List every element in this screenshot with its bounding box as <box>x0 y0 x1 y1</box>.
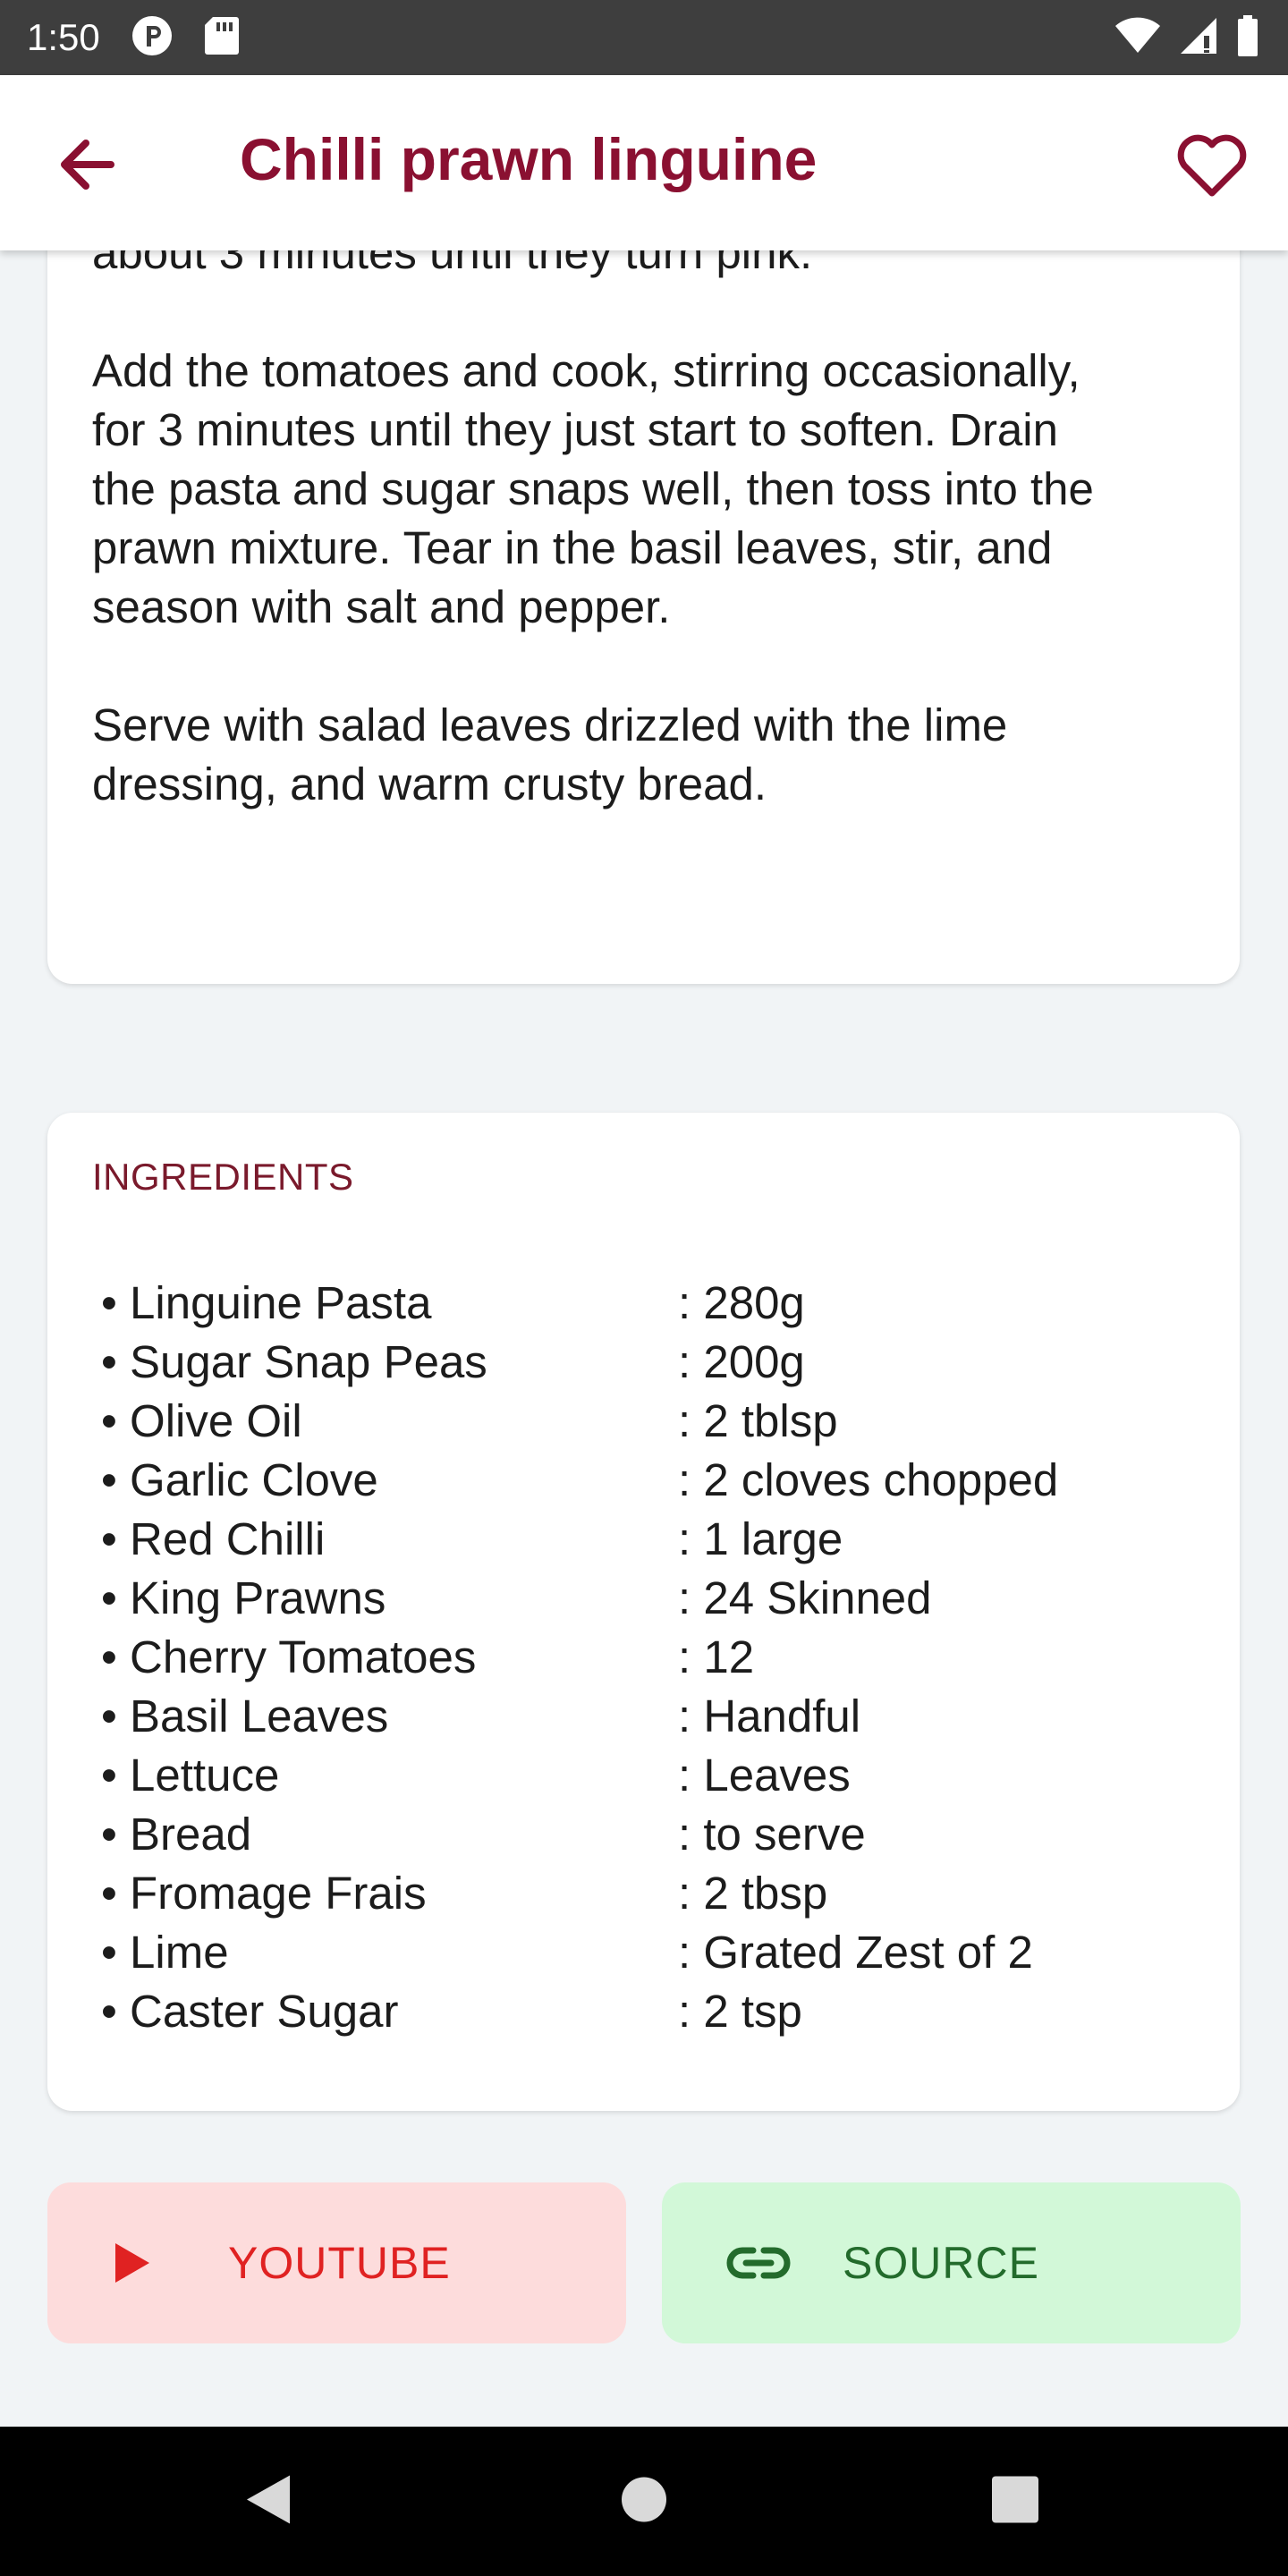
play-icon <box>112 2241 192 2284</box>
page-title: Chilli prawn linguine <box>240 126 818 192</box>
ingredient-quantity: : to serve <box>678 1809 866 1860</box>
ingredient-name: • Red Chilli <box>101 1513 326 1564</box>
ingredient-quantity: : 12 <box>678 1631 755 1682</box>
ingredient-name: • King Prawns <box>101 1572 386 1623</box>
ingredient-name: • Sugar Snap Peas <box>101 1336 487 1387</box>
ingredient-quantity: : 200g <box>678 1336 805 1387</box>
ingredient-quantity: : Grated Zest of 2 <box>678 1927 1033 1978</box>
ingredients-list: • Linguine Pasta : 280g • Sugar Snap Peas… <box>101 1274 1201 2041</box>
status-right <box>1114 14 1259 62</box>
wifi-icon <box>1114 17 1161 59</box>
ingredient-row: • Linguine Pasta : 280g <box>101 1274 1201 1333</box>
ingredient-quantity: : 2 cloves chopped <box>678 1454 1059 1505</box>
back-triangle-icon <box>247 2475 290 2523</box>
ingredient-row: • Garlic Clove : 2 cloves chopped <box>101 1451 1201 1510</box>
back-button[interactable] <box>52 129 123 200</box>
battery-icon <box>1236 14 1259 62</box>
ingredient-row: • Lime : Grated Zest of 2 <box>101 1923 1201 1982</box>
ingredient-name: • Bread <box>101 1809 252 1860</box>
nav-home-button[interactable] <box>621 2476 667 2527</box>
link-icon <box>726 2245 807 2281</box>
ingredient-row: • Basil Leaves : Handful <box>101 1687 1201 1746</box>
ingredient-name: • Fromage Frais <box>101 1868 427 1919</box>
ingredient-row: • Fromage Frais : 2 tbsp <box>101 1864 1201 1923</box>
favorite-button[interactable] <box>1174 127 1250 204</box>
ingredient-row: • King Prawns : 24 Skinned <box>101 1569 1201 1628</box>
status-left: 1:50 <box>27 14 240 62</box>
ingredient-row: • Olive Oil : 2 tblsp <box>101 1392 1201 1451</box>
nav-back-button[interactable] <box>243 2471 293 2531</box>
ingredient-name: • Lime <box>101 1927 229 1978</box>
ingredient-quantity: : 2 tblsp <box>678 1395 838 1446</box>
ingredient-quantity: : 24 Skinned <box>678 1572 932 1623</box>
home-circle-icon <box>622 2477 666 2521</box>
status-bar: 1:50 <box>0 0 1288 75</box>
ingredient-row: • Caster Sugar : 2 tsp <box>101 1982 1201 2041</box>
notification-p-icon <box>131 14 174 62</box>
arrow-back-icon <box>61 140 114 190</box>
ingredient-quantity: : 2 tbsp <box>678 1868 828 1919</box>
ingredient-quantity: : 1 large <box>678 1513 843 1564</box>
status-time: 1:50 <box>27 16 100 58</box>
ingredient-row: • Lettuce : Leaves <box>101 1746 1201 1805</box>
ingredient-row: • Red Chilli : 1 large <box>101 1510 1201 1569</box>
ingredient-name: • Linguine Pasta <box>101 1277 432 1328</box>
ingredient-quantity: : 2 tsp <box>678 1986 802 2037</box>
ingredient-quantity: : Handful <box>678 1690 861 1741</box>
source-button-label: SOURCE <box>843 2238 1039 2288</box>
ingredient-name: • Basil Leaves <box>101 1690 389 1741</box>
heart-outline-icon <box>1177 134 1247 197</box>
ingredient-name: • Cherry Tomatoes <box>101 1631 477 1682</box>
signal-icon <box>1179 16 1218 60</box>
ingredients-card: INGREDIENTS • Linguine Pasta : 280g • Sug… <box>47 1113 1240 2111</box>
ingredient-quantity: : Leaves <box>678 1750 851 1801</box>
ingredient-name: • Garlic Clove <box>101 1454 378 1505</box>
ingredient-name: • Lettuce <box>101 1750 280 1801</box>
ingredient-name: • Caster Sugar <box>101 1986 399 2037</box>
source-button[interactable]: SOURCE <box>662 2182 1241 2343</box>
youtube-button-label: YOUTUBE <box>228 2238 451 2288</box>
ingredient-quantity: : 280g <box>678 1277 805 1328</box>
recents-square-icon <box>992 2476 1038 2522</box>
nav-recents-button[interactable] <box>991 2475 1039 2528</box>
ingredient-name: • Olive Oil <box>101 1395 302 1446</box>
youtube-button[interactable]: YOUTUBE <box>47 2182 626 2343</box>
ingredient-row: • Sugar Snap Peas : 200g <box>101 1333 1201 1392</box>
app-bar: Chilli prawn linguine <box>0 75 1288 250</box>
recipe-content[interactable]: fairly gentle heat for about 30 seconds … <box>0 75 1288 2428</box>
sd-card-icon <box>204 15 240 61</box>
ingredient-row: • Bread : to serve <box>101 1805 1201 1864</box>
ingredients-title: INGREDIENTS <box>92 1156 354 1198</box>
ingredient-row: • Cherry Tomatoes : 12 <box>101 1628 1201 1687</box>
navigation-bar <box>0 2427 1288 2576</box>
